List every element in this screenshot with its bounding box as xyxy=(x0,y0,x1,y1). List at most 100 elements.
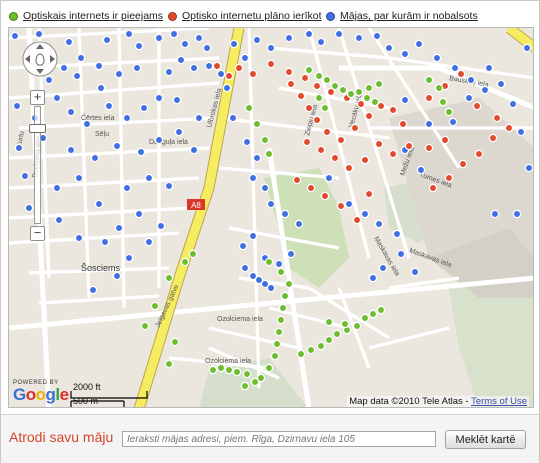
house-marker[interactable] xyxy=(134,209,144,219)
house-marker[interactable] xyxy=(354,33,364,43)
house-marker[interactable] xyxy=(512,209,522,219)
pan-control[interactable] xyxy=(21,40,59,78)
house-marker[interactable] xyxy=(320,103,330,113)
house-marker[interactable] xyxy=(52,183,62,193)
house-marker[interactable] xyxy=(264,149,274,159)
house-marker[interactable] xyxy=(456,69,466,79)
house-marker[interactable] xyxy=(374,219,384,229)
house-marker[interactable] xyxy=(368,309,378,319)
legend-label-voted[interactable]: Mājas, par kurām ir nobalsots xyxy=(340,10,478,22)
house-marker[interactable] xyxy=(216,69,226,79)
house-marker[interactable] xyxy=(164,273,174,283)
house-marker[interactable] xyxy=(492,113,502,123)
house-marker[interactable] xyxy=(324,335,334,345)
house-marker[interactable] xyxy=(336,135,346,145)
house-marker[interactable] xyxy=(216,363,226,373)
zoom-out-button[interactable]: − xyxy=(30,226,45,241)
house-marker[interactable] xyxy=(350,123,360,133)
house-marker[interactable] xyxy=(396,249,406,259)
legend-item-planned[interactable]: Optisko internetu plāno ierīkot xyxy=(168,10,322,22)
house-marker[interactable] xyxy=(444,107,454,117)
house-marker[interactable] xyxy=(472,101,482,111)
house-marker[interactable] xyxy=(304,29,314,39)
house-marker[interactable] xyxy=(508,99,518,109)
house-marker[interactable] xyxy=(424,119,434,129)
zoom-slider-handle[interactable] xyxy=(29,124,46,133)
house-marker[interactable] xyxy=(286,79,296,89)
house-marker[interactable] xyxy=(362,93,372,103)
house-marker[interactable] xyxy=(356,99,366,109)
house-marker[interactable] xyxy=(410,267,420,277)
house-marker[interactable] xyxy=(264,363,274,373)
house-marker[interactable] xyxy=(244,103,254,113)
house-marker[interactable] xyxy=(364,189,374,199)
house-marker[interactable] xyxy=(300,73,310,83)
house-marker[interactable] xyxy=(296,91,306,101)
house-marker[interactable] xyxy=(524,163,533,173)
house-marker[interactable] xyxy=(112,271,122,281)
house-marker[interactable] xyxy=(296,349,306,359)
search-map-button[interactable]: Meklēt kartē xyxy=(445,430,526,449)
house-marker[interactable] xyxy=(284,67,294,77)
house-marker[interactable] xyxy=(322,75,332,85)
house-marker[interactable] xyxy=(64,37,74,47)
house-marker[interactable] xyxy=(24,203,34,213)
house-marker[interactable] xyxy=(398,119,408,129)
house-marker[interactable] xyxy=(234,63,244,73)
house-marker[interactable] xyxy=(280,291,290,301)
house-marker[interactable] xyxy=(154,33,164,43)
house-marker[interactable] xyxy=(346,89,356,99)
house-marker[interactable] xyxy=(204,61,214,71)
house-marker[interactable] xyxy=(392,229,402,239)
house-marker[interactable] xyxy=(330,81,340,91)
house-marker[interactable] xyxy=(364,83,374,93)
house-marker[interactable] xyxy=(444,173,454,183)
house-marker[interactable] xyxy=(414,39,424,49)
house-marker[interactable] xyxy=(194,113,204,123)
house-marker[interactable] xyxy=(416,165,426,175)
house-marker[interactable] xyxy=(66,145,76,155)
house-marker[interactable] xyxy=(474,149,484,159)
house-marker[interactable] xyxy=(252,35,262,45)
house-marker[interactable] xyxy=(12,101,22,111)
house-marker[interactable] xyxy=(208,365,218,375)
house-marker[interactable] xyxy=(316,341,326,351)
house-marker[interactable] xyxy=(360,155,370,165)
house-marker[interactable] xyxy=(54,215,64,225)
house-marker[interactable] xyxy=(248,173,258,183)
house-marker[interactable] xyxy=(354,87,364,97)
house-marker[interactable] xyxy=(372,31,382,41)
house-marker[interactable] xyxy=(124,253,134,263)
house-marker[interactable] xyxy=(274,327,284,337)
house-marker[interactable] xyxy=(330,153,340,163)
house-marker[interactable] xyxy=(164,359,174,369)
house-marker[interactable] xyxy=(189,63,199,73)
house-marker[interactable] xyxy=(252,119,262,129)
legend-label-available[interactable]: Optiskais internets ir pieejams xyxy=(23,10,163,22)
house-marker[interactable] xyxy=(90,153,100,163)
house-marker[interactable] xyxy=(140,321,150,331)
house-marker[interactable] xyxy=(139,103,149,113)
map-canvas[interactable]: A8 Ulbrokas iela Čērtes iela Ozolciema i… xyxy=(8,27,534,408)
house-marker[interactable] xyxy=(14,143,24,153)
house-marker[interactable] xyxy=(10,31,20,41)
house-marker[interactable] xyxy=(189,145,199,155)
house-marker[interactable] xyxy=(260,135,270,145)
house-marker[interactable] xyxy=(340,319,350,329)
house-marker[interactable] xyxy=(294,219,304,229)
house-marker[interactable] xyxy=(102,35,112,45)
house-marker[interactable] xyxy=(322,127,332,137)
house-marker[interactable] xyxy=(240,263,250,273)
house-marker[interactable] xyxy=(276,315,286,325)
zoom-in-button[interactable]: + xyxy=(30,90,45,105)
house-marker[interactable] xyxy=(286,249,296,259)
house-marker[interactable] xyxy=(242,369,252,379)
house-marker[interactable] xyxy=(274,259,284,269)
house-marker[interactable] xyxy=(480,85,490,95)
house-marker[interactable] xyxy=(94,61,104,71)
house-marker[interactable] xyxy=(240,53,250,63)
house-marker[interactable] xyxy=(260,183,270,193)
house-marker[interactable] xyxy=(34,29,44,39)
house-marker[interactable] xyxy=(154,135,164,145)
house-marker[interactable] xyxy=(180,39,190,49)
